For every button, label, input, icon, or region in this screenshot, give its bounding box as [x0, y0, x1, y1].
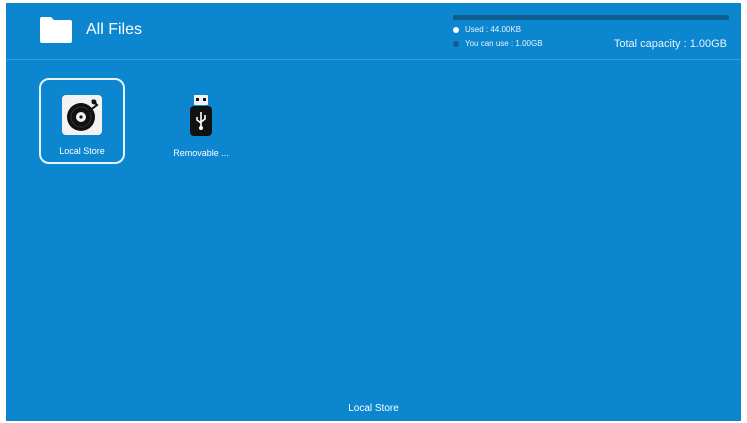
used-label: Used : 44.00KB	[465, 25, 522, 34]
local-store-tile[interactable]: Local Store	[39, 78, 125, 164]
total-capacity: Total capacity : 1.00GB	[613, 38, 727, 50]
removable-drive-label: Removable ...	[173, 148, 229, 158]
free-dot-icon	[453, 40, 459, 47]
status-bar: Local Store	[6, 395, 741, 421]
status-text: Local Store	[348, 402, 399, 414]
local-store-label: Local Store	[59, 146, 105, 156]
used-dot-icon	[453, 26, 459, 33]
vinyl-record-icon	[62, 95, 102, 135]
usb-drive-icon	[190, 95, 212, 136]
legend-used: Used : 44.00KB	[453, 25, 521, 34]
free-label: You can use : 1.00GB	[465, 39, 543, 48]
header: All Files Used : 44.00KB You can use : 1…	[6, 3, 741, 60]
legend-free: You can use : 1.00GB	[453, 39, 543, 48]
file-manager-screen: All Files Used : 44.00KB You can use : 1…	[6, 3, 741, 421]
storage-usage-bar	[453, 15, 729, 20]
page-title: All Files	[86, 21, 143, 38]
removable-drive-tile[interactable]: Removable ...	[158, 78, 244, 164]
folder-icon	[40, 17, 72, 43]
